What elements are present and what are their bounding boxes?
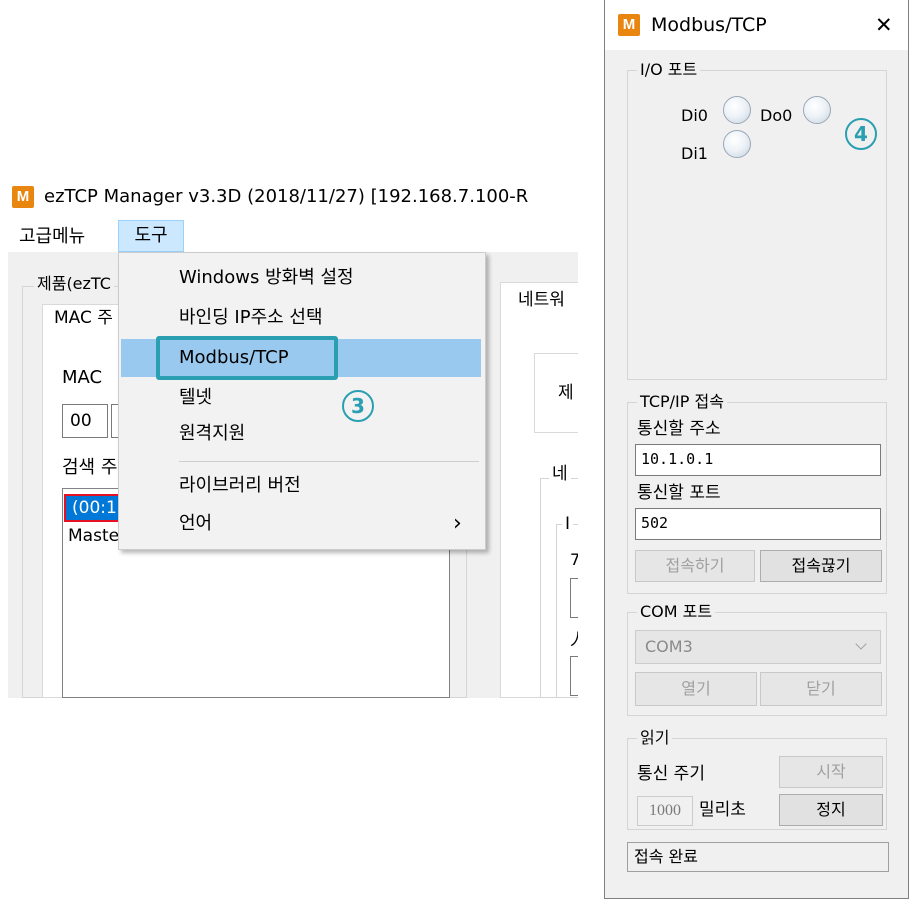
- io-port-title: I/O 포트: [637, 60, 701, 80]
- network-subgroup-title: I: [562, 514, 574, 534]
- tab-network[interactable]: 네트워: [518, 288, 578, 312]
- disconnect-button[interactable]: 접속끊기: [760, 550, 882, 582]
- tools-dropdown-menu: Windows 방화벽 설정 바인딩 IP주소 선택 Modbus/TCP 텔넷…: [118, 252, 486, 550]
- network-sub-label-2: 人: [570, 630, 578, 650]
- modbus-dialog: M Modbus/TCP ✕ I/O 포트 Di0 Do0 Di1 4 TCP/…: [604, 0, 909, 899]
- port-label: 통신할 포트: [637, 483, 721, 503]
- address-input[interactable]: 10.1.0.1: [635, 444, 881, 476]
- close-icon[interactable]: ✕: [875, 12, 893, 38]
- di1-label: Di1: [681, 144, 708, 163]
- network-sub-label-1: 7: [570, 550, 578, 569]
- menu-item-bind-ip[interactable]: 바인딩 IP주소 선택: [121, 299, 481, 337]
- menu-item-remote-support[interactable]: 원격지원: [121, 415, 481, 453]
- connect-button[interactable]: 접속하기: [635, 550, 755, 582]
- menu-separator: [179, 461, 479, 462]
- search-label: 검색 주: [62, 457, 118, 478]
- start-button[interactable]: 시작: [779, 756, 883, 788]
- interval-label: 통신 주기: [637, 764, 705, 784]
- di0-label: Di0: [681, 106, 708, 125]
- mac-label: MAC: [62, 367, 103, 388]
- network-box-label: 제: [558, 383, 574, 403]
- open-button[interactable]: 열기: [635, 672, 757, 706]
- menu-item-language[interactable]: 언어: [121, 505, 481, 543]
- product-group-title: 제품(ezTC: [34, 274, 114, 294]
- network-sub-field-2[interactable]: [570, 656, 578, 696]
- dialog-app-icon: M: [618, 14, 640, 36]
- dialog-title: Modbus/TCP: [651, 14, 767, 36]
- modbus-highlight-box: [156, 336, 338, 380]
- network-sub-field-1[interactable]: [570, 578, 578, 618]
- status-box: 접속 완료: [627, 842, 889, 872]
- menu-item-telnet[interactable]: 텔넷: [121, 379, 481, 417]
- com-port-value: COM3: [645, 637, 693, 656]
- mac-field[interactable]: 00: [62, 404, 108, 438]
- address-label: 통신할 주소: [637, 419, 721, 439]
- di0-led-icon: [723, 96, 751, 124]
- app-icon: M: [12, 186, 34, 208]
- menu-tools[interactable]: 도구: [118, 220, 184, 252]
- do0-label: Do0: [760, 106, 793, 125]
- interval-input[interactable]: 1000: [637, 796, 693, 826]
- tcp-group-title: TCP/IP 접속: [637, 392, 727, 412]
- com-group-title: COM 포트: [637, 602, 716, 622]
- network-group-title: 네: [549, 464, 571, 484]
- tab-mac[interactable]: MAC 주: [42, 304, 122, 330]
- submenu-arrow-icon: ›: [453, 511, 462, 536]
- window-title: ezTCP Manager v3.3D (2018/11/27) [192.16…: [44, 186, 529, 207]
- read-group-title: 읽기: [637, 728, 673, 748]
- menu-item-firewall[interactable]: Windows 방화벽 설정: [121, 259, 481, 297]
- close-port-button[interactable]: 닫기: [760, 672, 882, 706]
- stop-button[interactable]: 정지: [779, 794, 883, 826]
- port-input[interactable]: 502: [635, 508, 881, 540]
- menu-advanced[interactable]: 고급메뉴: [19, 224, 85, 250]
- callout-3: 3: [342, 390, 374, 422]
- io-port-group: [627, 70, 887, 380]
- callout-4: 4: [845, 118, 877, 150]
- di1-led-icon: [723, 130, 751, 158]
- menu-item-library-version[interactable]: 라이브러리 버전: [121, 467, 481, 505]
- interval-unit-label: 밀리초: [699, 800, 746, 820]
- do0-led-icon[interactable]: [803, 96, 831, 124]
